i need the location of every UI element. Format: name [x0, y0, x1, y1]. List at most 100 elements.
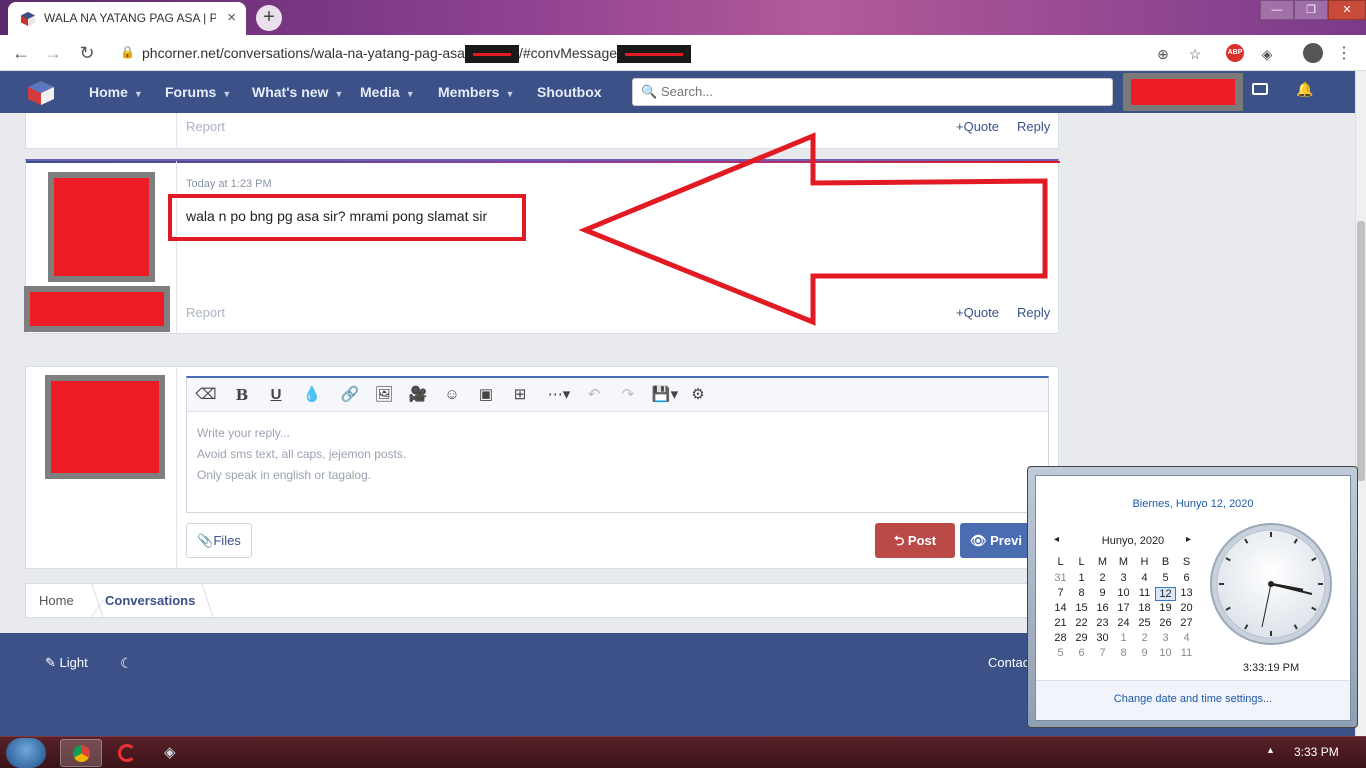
attach-files-button[interactable]: 📎Files	[186, 523, 252, 558]
calendar-day[interactable]: 11	[1176, 647, 1197, 659]
save-draft-icon[interactable]: 💾▾	[651, 385, 679, 405]
calendar-day[interactable]: 2	[1134, 632, 1155, 644]
user-account-redacted[interactable]	[1123, 73, 1243, 111]
calendar-day[interactable]: 9	[1134, 647, 1155, 659]
report-link[interactable]: Report	[186, 119, 225, 134]
undo-icon[interactable]: ↶	[583, 385, 605, 405]
preview-button[interactable]: 👁 Previ	[960, 523, 1030, 558]
calendar-day[interactable]: 24	[1113, 617, 1134, 629]
inbox-envelope-icon[interactable]	[1252, 83, 1268, 95]
calendar-day[interactable]: 4	[1134, 572, 1155, 584]
calendar-day[interactable]: 13	[1176, 587, 1197, 599]
back-arrow-icon[interactable]: ←	[10, 43, 32, 63]
calendar-day[interactable]: 18	[1134, 602, 1155, 614]
calendar-day[interactable]: 17	[1113, 602, 1134, 614]
calendar-day[interactable]: 1	[1071, 572, 1092, 584]
adblock-icon[interactable]: ABP	[1226, 44, 1244, 62]
search-input[interactable]	[661, 84, 1101, 99]
browser-tab[interactable]: WALA NA YATANG PAG ASA | PHCorner ×	[8, 2, 246, 35]
calendar-day[interactable]: 1	[1113, 632, 1134, 644]
gif-icon[interactable]: ▣	[475, 385, 497, 405]
zoom-plus-icon[interactable]: ⊕	[1154, 45, 1172, 63]
minimize-button[interactable]: —	[1260, 0, 1294, 20]
ccleaner-icon[interactable]	[118, 744, 136, 762]
post-button[interactable]: ⮌ Post	[875, 523, 955, 558]
site-logo-icon[interactable]	[26, 80, 56, 106]
calendar-day[interactable]: 8	[1113, 647, 1134, 659]
network-app-icon[interactable]: ◈	[164, 743, 176, 761]
color-drop-icon[interactable]: 💧	[301, 385, 323, 405]
breadcrumb-home[interactable]: Home	[39, 593, 74, 608]
calendar-day[interactable]: 16	[1092, 602, 1113, 614]
nav-members[interactable]: Members ▼	[438, 71, 514, 113]
search-box[interactable]: 🔍	[632, 78, 1113, 106]
calendar-day[interactable]: 6	[1071, 647, 1092, 659]
calendar-day[interactable]: 5	[1155, 572, 1176, 584]
new-tab-button[interactable]: +	[256, 5, 282, 31]
calendar-day[interactable]: 23	[1092, 617, 1113, 629]
close-window-button[interactable]: ✕	[1328, 0, 1366, 20]
calendar-day[interactable]: 3	[1113, 572, 1134, 584]
settings-gear-icon[interactable]: ⚙	[687, 385, 709, 405]
video-icon[interactable]: 🎥	[407, 385, 429, 405]
calendar-day[interactable]: 7	[1092, 647, 1113, 659]
calendar-day[interactable]: 6	[1176, 572, 1197, 584]
contact-link[interactable]: Contac	[988, 655, 1029, 670]
redo-icon[interactable]: ↷	[617, 385, 639, 405]
calendar-day[interactable]: 27	[1176, 617, 1197, 629]
calendar-day[interactable]: 21	[1050, 617, 1071, 629]
calendar-day[interactable]: 25	[1134, 617, 1155, 629]
calendar-next-month-icon[interactable]: ▸	[1186, 534, 1191, 545]
underline-icon[interactable]: U	[265, 385, 287, 405]
start-button-icon[interactable]	[6, 738, 46, 768]
nav-home[interactable]: Home ▼	[89, 71, 143, 113]
nav-media[interactable]: Media ▼	[360, 71, 415, 113]
link-icon[interactable]: 🔗	[339, 385, 361, 405]
calendar-day[interactable]: 19	[1155, 602, 1176, 614]
taskbar-clock[interactable]: 3:33 PM	[1294, 745, 1339, 759]
profile-avatar-icon[interactable]	[1303, 43, 1323, 63]
maximize-button[interactable]: ❐	[1294, 0, 1328, 20]
eraser-icon[interactable]: ⌫	[195, 385, 217, 405]
scrollbar-thumb[interactable]	[1357, 221, 1365, 481]
calendar-day[interactable]: 8	[1071, 587, 1092, 599]
full-date-link[interactable]: Biernes, Hunyo 12, 2020	[1036, 498, 1350, 510]
calendar-day[interactable]: 20	[1176, 602, 1197, 614]
reload-icon[interactable]: ↻	[76, 43, 98, 63]
tray-expand-icon[interactable]: ▲	[1266, 745, 1275, 755]
tab-close-icon[interactable]: ×	[227, 9, 236, 26]
calendar-day[interactable]: 28	[1050, 632, 1071, 644]
light-theme-toggle[interactable]: ✎ Light	[45, 655, 88, 671]
image-icon[interactable]: 🖼	[373, 385, 395, 405]
nav-forums[interactable]: Forums ▼	[165, 71, 231, 113]
forward-arrow-icon[interactable]: →	[42, 43, 64, 63]
calendar-day[interactable]: 30	[1092, 632, 1113, 644]
address-bar[interactable]: 🔒 phcorner.net/conversations/wala-na-yat…	[108, 39, 1218, 67]
breadcrumb-conversations[interactable]: Conversations	[105, 593, 195, 608]
dark-mode-moon-icon[interactable]: ☾	[120, 655, 133, 672]
reply-editor[interactable]: ⌫ B U 💧 🔗 🖼 🎥 ☺ ▣ ⊞ ⋯▾ ↶ ↷ 💾▾ ⚙ Write yo…	[186, 376, 1049, 513]
calendar-month-label[interactable]: Hunyo, 2020	[1088, 535, 1178, 547]
calendar-day[interactable]: 14	[1050, 602, 1071, 614]
bookmark-star-icon[interactable]: ☆	[1186, 45, 1204, 63]
calendar-prev-month-icon[interactable]: ◂	[1054, 534, 1059, 545]
calendar-day[interactable]: 2	[1092, 572, 1113, 584]
calendar-day[interactable]: 9	[1092, 587, 1113, 599]
calendar-day[interactable]: 5	[1050, 647, 1071, 659]
calendar-day[interactable]: 31	[1050, 572, 1071, 584]
calendar-day[interactable]: 26	[1155, 617, 1176, 629]
calendar-day[interactable]: 11	[1134, 587, 1155, 599]
calendar-day[interactable]: 10	[1113, 587, 1134, 599]
nav-whats-new[interactable]: What's new ▼	[252, 71, 343, 113]
calendar-day[interactable]: 29	[1071, 632, 1092, 644]
calendar-day-today[interactable]: 12	[1155, 587, 1176, 601]
menu-dots-icon[interactable]: ⋮	[1335, 45, 1353, 63]
extension-icon[interactable]: ◈	[1258, 45, 1276, 63]
more-options-icon[interactable]: ⋯▾	[543, 385, 575, 405]
nav-shoutbox[interactable]: Shoutbox	[537, 71, 602, 113]
report-link[interactable]: Report	[186, 305, 225, 320]
notification-bell-icon[interactable]: 🔔	[1296, 81, 1313, 98]
change-datetime-settings-link[interactable]: Change date and time settings...	[1036, 693, 1350, 705]
calendar-day[interactable]: 3	[1155, 632, 1176, 644]
bold-icon[interactable]: B	[231, 385, 253, 405]
